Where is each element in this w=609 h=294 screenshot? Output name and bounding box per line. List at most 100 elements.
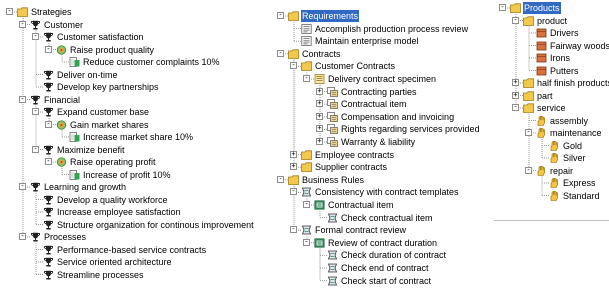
tree-node[interactable]: + Contractual item xyxy=(273,98,491,110)
tree-node[interactable]: Maintain enterprise model xyxy=(273,35,491,47)
tree-node[interactable]: - Learning and growth xyxy=(0,181,266,193)
tree-node[interactable]: Develop key partnerships xyxy=(0,81,266,93)
tree-node[interactable]: Reduce customer complaints 10% xyxy=(0,56,266,68)
collapse-toggle[interactable]: - xyxy=(303,238,310,246)
expand-toggle[interactable]: + xyxy=(512,91,519,99)
tree-node[interactable]: Express xyxy=(494,177,609,189)
collapse-toggle[interactable]: - xyxy=(6,8,13,15)
collapse-toggle[interactable]: - xyxy=(19,95,26,103)
tree-node[interactable]: Standard xyxy=(494,190,609,202)
tree-node[interactable]: Structure organization for continous imp… xyxy=(0,219,266,231)
collapse-toggle[interactable]: - xyxy=(303,75,310,82)
collapse-toggle[interactable]: - xyxy=(19,20,26,28)
collapse-toggle[interactable]: - xyxy=(32,108,39,115)
collapse-toggle[interactable]: - xyxy=(19,183,26,190)
tree-node[interactable]: - product xyxy=(494,15,609,27)
tree-node[interactable]: Service oriented architecture xyxy=(0,256,266,268)
expand-toggle[interactable]: + xyxy=(316,112,323,120)
collapse-toggle[interactable]: - xyxy=(19,233,26,240)
tree-node-label: Contractual item xyxy=(328,200,394,210)
tree-node[interactable]: Silver xyxy=(494,152,609,164)
trophy-icon xyxy=(43,32,54,42)
tree-node[interactable]: - Maximize benefit xyxy=(0,144,266,156)
expand-toggle[interactable]: + xyxy=(316,125,323,133)
expand-toggle[interactable]: + xyxy=(316,138,323,145)
tree-node[interactable]: Fairway woods xyxy=(494,40,609,52)
expand-toggle[interactable]: + xyxy=(512,79,519,86)
tree-node[interactable]: - Customer Contracts xyxy=(273,60,491,72)
collapse-toggle[interactable]: - xyxy=(277,49,284,57)
tree-node[interactable]: Increase of profit 10% xyxy=(0,169,266,181)
collapse-toggle[interactable]: - xyxy=(303,201,310,208)
tree-node[interactable]: - Business Rules xyxy=(273,174,491,186)
tree-node[interactable]: Streamline processes xyxy=(0,269,266,281)
strategies-tree-panel[interactable]: - Strategies - Customer - Customer satisfacti… xyxy=(0,0,266,294)
expand-toggle[interactable]: + xyxy=(290,163,297,171)
collapse-toggle[interactable]: - xyxy=(45,45,52,53)
tree-node[interactable]: - Review of contract duration xyxy=(273,237,491,249)
tree-node[interactable]: Check end of contract xyxy=(273,262,491,274)
tree-node[interactable]: Accomplish production process review xyxy=(273,23,491,35)
tree-node[interactable]: Performance-based service contracts xyxy=(0,244,266,256)
tree-node[interactable]: + Compensation and invoicing xyxy=(273,111,491,123)
expand-toggle[interactable]: + xyxy=(316,87,323,95)
collapse-toggle[interactable]: - xyxy=(499,4,506,11)
tree-node[interactable]: - Contracts xyxy=(273,48,491,60)
collapse-toggle[interactable]: - xyxy=(290,226,297,234)
tree-node[interactable]: - Raise operating profit xyxy=(0,156,266,168)
collapse-toggle[interactable]: - xyxy=(290,188,297,196)
tree-node[interactable]: Drivers xyxy=(494,27,609,39)
tree-node[interactable]: Irons xyxy=(494,52,609,64)
collapse-toggle[interactable]: - xyxy=(45,120,52,128)
collapse-toggle[interactable]: - xyxy=(32,33,39,40)
tree-node[interactable]: Check start of contract xyxy=(273,275,491,287)
collapse-toggle[interactable]: - xyxy=(45,158,52,165)
collapse-toggle[interactable]: - xyxy=(512,104,519,111)
collapse-toggle[interactable]: - xyxy=(277,12,284,19)
tree-node[interactable]: - repair xyxy=(494,165,609,177)
tree-node[interactable]: - Gain market shares xyxy=(0,119,266,131)
tree-node[interactable]: + half finish products xyxy=(494,77,609,89)
tree-node[interactable]: - Formal contract review xyxy=(273,224,491,236)
tree-node[interactable]: - Processes xyxy=(0,231,266,243)
collapse-toggle[interactable]: - xyxy=(525,129,532,136)
expand-toggle[interactable]: + xyxy=(316,100,323,108)
tree-node[interactable]: Gold xyxy=(494,140,609,152)
requirements-tree-panel[interactable]: - Requirements Accomplish production proce… xyxy=(273,0,491,294)
tree-node[interactable]: Develop a quality workforce xyxy=(0,194,266,206)
tree-node[interactable]: Putters xyxy=(494,65,609,77)
tree-node[interactable]: + Warranty & liability xyxy=(273,136,491,148)
tree-node[interactable]: - Strategies xyxy=(0,6,266,18)
tree-node[interactable]: - Raise product quality xyxy=(0,44,266,56)
tree-node[interactable]: assembly xyxy=(494,115,609,127)
tree-node[interactable]: Check contractual item xyxy=(273,212,491,224)
tree-node[interactable]: - Requirements xyxy=(273,10,491,22)
tree-node[interactable]: - Delivery contract specimen xyxy=(273,73,491,85)
products-tree-panel[interactable]: - Products - product Drivers Fairway woods Iro… xyxy=(494,0,609,221)
tree-node[interactable]: - maintenance xyxy=(494,127,609,139)
tree-node[interactable]: - service xyxy=(494,102,609,114)
collapse-toggle[interactable]: - xyxy=(277,175,284,183)
tree-node[interactable]: + part xyxy=(494,90,609,102)
tree-node[interactable]: - Contractual item xyxy=(273,199,491,211)
collapse-toggle[interactable]: - xyxy=(525,166,532,174)
collapse-toggle[interactable]: - xyxy=(290,62,297,70)
tree-node[interactable]: + Contracting parties xyxy=(273,86,491,98)
tree-node[interactable]: Increase market share 10% xyxy=(0,131,266,143)
collapse-toggle[interactable]: - xyxy=(512,16,519,24)
tree-node[interactable]: - Expand customer base xyxy=(0,106,266,118)
tree-node[interactable]: Check duration of contract xyxy=(273,249,491,261)
tree-node[interactable]: Increase employee satisfaction xyxy=(0,206,266,218)
tree-node[interactable]: - Products xyxy=(494,2,609,14)
tree-node[interactable]: - Financial xyxy=(0,94,266,106)
expand-toggle[interactable]: + xyxy=(290,150,297,158)
tree-node[interactable]: + Supplier contracts xyxy=(273,161,491,173)
tree-node[interactable]: - Customer xyxy=(0,19,266,31)
collapse-toggle[interactable]: - xyxy=(32,145,39,153)
tree-node[interactable]: + Rights regarding services provided xyxy=(273,123,491,135)
tree-node[interactable]: - Consistency with contract templates xyxy=(273,186,491,198)
tree-node[interactable]: + Employee contracts xyxy=(273,149,491,161)
tree-node[interactable]: Deliver on-time xyxy=(0,69,266,81)
tree-node[interactable]: - Customer satisfaction xyxy=(0,31,266,43)
tree-node-label: Learning and growth xyxy=(44,182,127,192)
